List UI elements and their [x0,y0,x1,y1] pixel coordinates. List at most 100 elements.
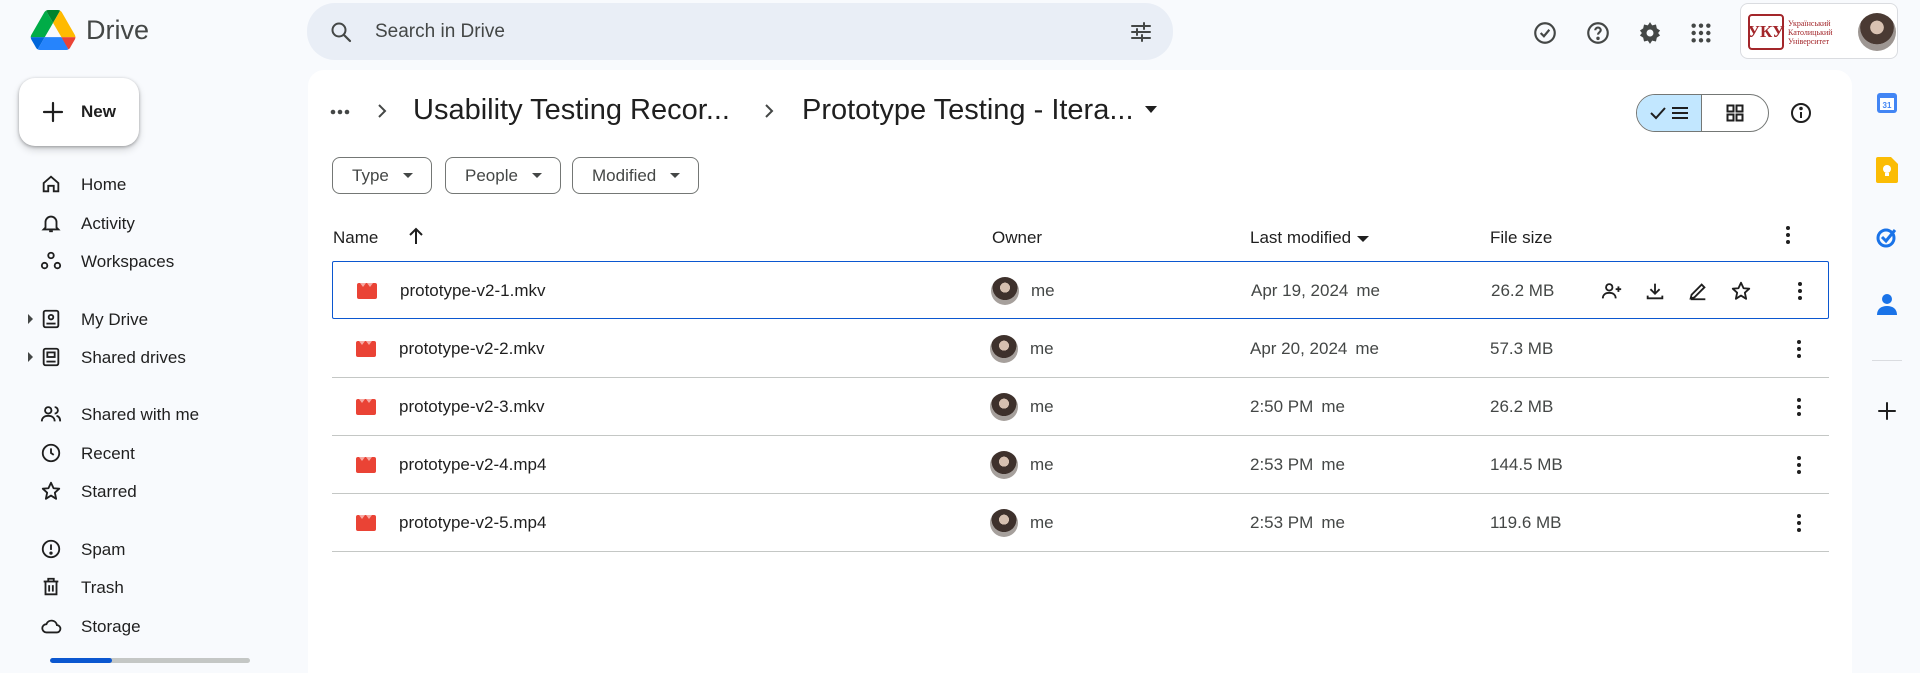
sort-dropdown-icon[interactable] [1357,235,1370,242]
sidebar-item-trash[interactable]: Trash [30,570,290,604]
sidebar-item-shared-with-me[interactable]: Shared with me [30,397,290,431]
file-owner: me [1030,455,1054,474]
sidebar-item-recent[interactable]: Recent [30,436,290,470]
expand-caret-icon[interactable] [28,314,33,324]
settings-gear-icon[interactable] [1630,13,1670,53]
calendar-icon[interactable]: 31 [1872,88,1902,118]
sidebar-item-label: Workspaces [81,252,175,271]
file-size: 26.2 MB [1491,281,1555,300]
file-name[interactable]: prototype-v2-1.mkv [400,281,546,301]
file-owner: me [1030,397,1054,416]
spam-icon [40,538,62,560]
star-icon[interactable] [1726,276,1756,306]
expand-caret-icon[interactable] [28,352,33,362]
column-header-owner[interactable]: Owner [992,228,1042,248]
table-row[interactable]: prototype-v2-2.mkv me Apr 20, 2024 me 57.… [332,320,1829,378]
column-header-file-size[interactable]: File size [1490,228,1552,248]
file-last-modified: Apr 20, 2024 me [1250,339,1379,359]
sidebar-item-shared-drives[interactable]: Shared drives [28,340,290,374]
breadcrumb-parent[interactable]: Usability Testing Recor... [413,94,730,127]
table-row[interactable]: prototype-v2-4.mp4 me 2:53 PM me 144.5 MB [332,436,1829,494]
filter-people-chip[interactable]: People [445,157,561,194]
table-row[interactable]: prototype-v2-3.mkv me 2:50 PM me 26.2 MB [332,378,1829,436]
modified-date: 2:50 PM [1250,397,1314,416]
search-options-icon[interactable] [1129,20,1153,44]
list-view-button[interactable] [1637,95,1702,131]
sidebar-item-my-drive[interactable]: My Drive [28,302,290,336]
file-owner: me [1031,281,1055,300]
plus-icon [41,100,65,124]
sidebar-item-label: Spam [81,540,126,559]
filter-type-chip[interactable]: Type [332,157,432,194]
info-icon[interactable] [1782,94,1820,132]
sidebar-item-label: Shared drives [81,348,186,367]
table-row[interactable]: prototype-v2-1.mkv me Apr 19, 2024 me 26.… [332,261,1829,319]
sidebar-item-label: Recent [81,444,135,463]
share-person-add-icon[interactable] [1597,276,1627,306]
search-bar[interactable] [307,3,1173,60]
drive-logo[interactable]: Drive [30,10,149,50]
file-name[interactable]: prototype-v2-4.mp4 [399,455,546,475]
offline-ready-icon[interactable] [1525,13,1565,53]
chevron-right-icon [375,102,389,120]
breadcrumb-current[interactable]: Prototype Testing - Itera... [802,94,1134,127]
sidebar-item-activity[interactable]: Activity [30,206,290,240]
sidebar-item-workspaces[interactable]: Workspaces [30,244,290,278]
account-switcher[interactable]: УКУ Український Католицький Університет [1740,3,1898,59]
check-icon [1649,105,1667,121]
clock-icon [40,442,62,464]
modified-by: me [1321,455,1345,474]
sidebar-item-home[interactable]: Home [30,167,290,201]
trash-icon [40,576,62,598]
add-addon-plus-icon[interactable] [1872,396,1902,426]
chevron-right-icon [762,102,776,120]
organization-logo: УКУ Український Католицький Університет [1748,13,1848,51]
new-button[interactable]: New [19,78,139,146]
apps-grid-icon[interactable] [1681,13,1721,53]
owner-avatar [990,451,1018,479]
sidebar-item-label: Shared with me [81,405,200,424]
table-row[interactable]: prototype-v2-5.mp4 me 2:53 PM me 119.6 MB [332,494,1829,552]
more-actions-icon[interactable] [1784,392,1814,422]
contacts-icon[interactable] [1872,289,1902,319]
grid-view-button[interactable] [1702,95,1768,131]
column-options-icon[interactable] [1785,225,1791,245]
file-name[interactable]: prototype-v2-2.mkv [399,339,545,359]
keep-icon[interactable] [1872,155,1902,185]
view-toggle[interactable] [1636,94,1769,132]
rename-pencil-icon[interactable] [1683,276,1713,306]
column-header-last-modified[interactable]: Last modified [1250,228,1370,248]
tasks-icon[interactable] [1872,222,1902,252]
folder-menu-dropdown-icon[interactable] [1143,102,1159,116]
main-content: Usability Testing Recor... Prototype Tes… [308,70,1852,673]
list-icon [1671,105,1689,121]
breadcrumb-more-icon[interactable] [322,94,358,130]
sidebar-item-label: Storage [81,617,141,636]
help-icon[interactable] [1578,13,1618,53]
file-last-modified: 2:50 PM me [1250,397,1345,417]
organization-mark: УКУ [1748,14,1784,50]
account-avatar[interactable] [1858,13,1896,51]
search-input[interactable] [375,3,1075,60]
dropdown-arrow-icon [531,173,542,178]
modified-by: me [1355,339,1379,358]
more-actions-icon[interactable] [1784,508,1814,538]
sort-arrow-up-icon[interactable] [407,226,425,246]
more-actions-icon[interactable] [1784,450,1814,480]
search-icon[interactable] [329,20,353,44]
file-name[interactable]: prototype-v2-5.mp4 [399,513,546,533]
modified-date: 2:53 PM [1250,513,1314,532]
sidebar-item-spam[interactable]: Spam [30,532,290,566]
sidebar-item-storage[interactable]: Storage [30,609,290,643]
file-last-modified: Apr 19, 2024 me [1251,281,1380,301]
more-actions-icon[interactable] [1784,334,1814,364]
file-name[interactable]: prototype-v2-3.mkv [399,397,545,417]
filter-modified-chip[interactable]: Modified [572,157,700,194]
sidebar-item-label: Starred [81,482,137,501]
sidebar-item-starred[interactable]: Starred [30,474,290,508]
column-header-name[interactable]: Name [333,228,378,248]
more-actions-icon[interactable] [1785,276,1815,306]
people-icon [40,403,62,425]
download-icon[interactable] [1640,276,1670,306]
modified-date: Apr 19, 2024 [1251,281,1349,300]
